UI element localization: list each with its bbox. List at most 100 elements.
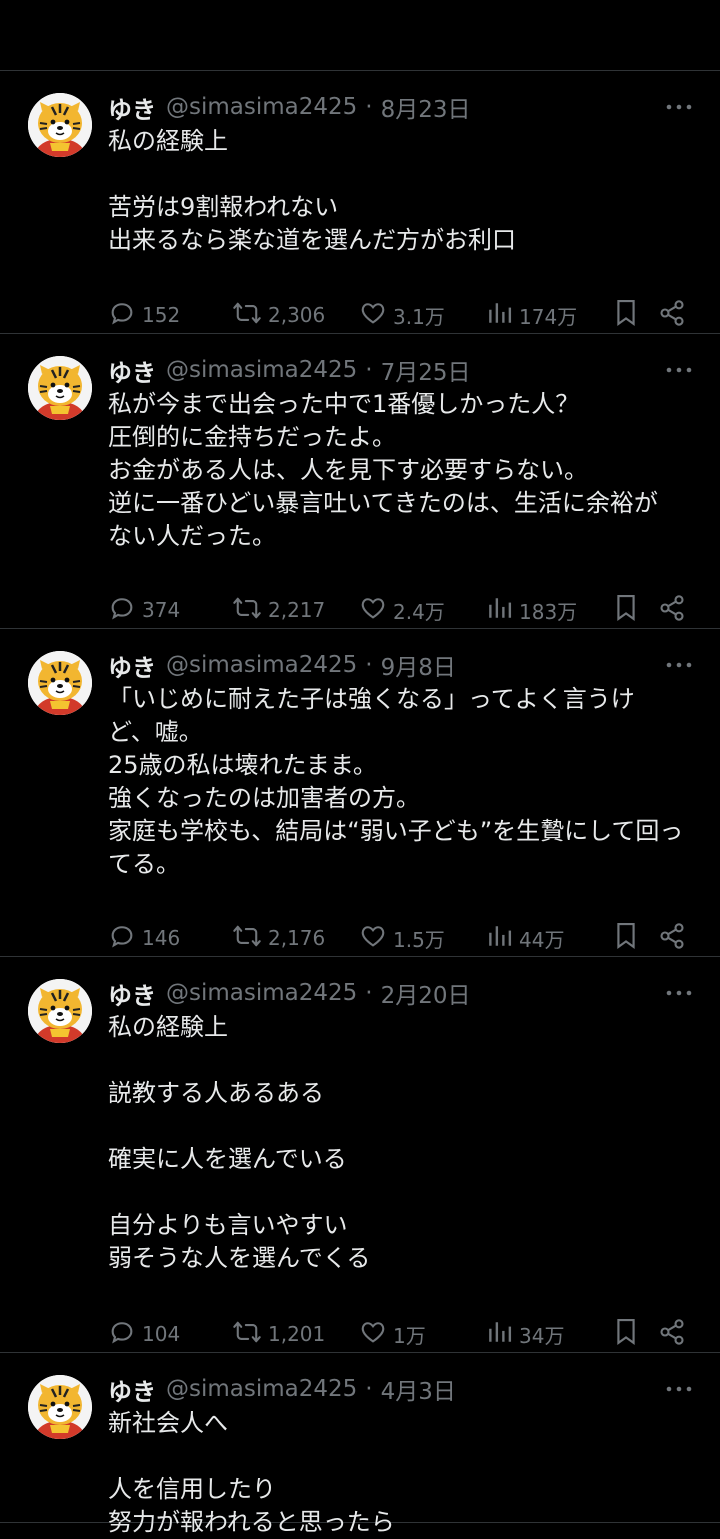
heart-icon <box>359 1318 393 1351</box>
like-count: 2.4万 <box>393 599 445 624</box>
bookmark-button[interactable] <box>613 297 645 333</box>
like-button[interactable]: 2.4万 <box>359 592 445 628</box>
retweet-icon <box>232 299 268 332</box>
avatar[interactable] <box>28 979 92 1043</box>
tweet[interactable]: ゆき @simasima2425 · 9月8日 「いじめに耐えた子は強くなる」っ… <box>0 629 720 957</box>
separator-dot: · <box>365 94 373 120</box>
more-options-icon[interactable] <box>652 649 692 681</box>
views-bar-chart-icon <box>487 1318 519 1351</box>
display-name[interactable]: ゆき <box>108 648 156 683</box>
views-button[interactable]: 183万 <box>487 592 577 628</box>
tweet-text: 私が今まで出会った中で1番優しかった人？ 圧倒的に金持ちだったよ。 お金がある人… <box>108 390 658 550</box>
share-icon <box>658 922 692 955</box>
avatar[interactable] <box>28 93 92 157</box>
reply-icon <box>108 594 142 627</box>
bookmark-icon <box>613 593 645 628</box>
tweet-date[interactable]: 8月23日 <box>381 90 471 124</box>
views-bar-chart-icon <box>487 299 519 332</box>
tweet-date[interactable]: 7月25日 <box>381 353 471 387</box>
share-icon <box>658 1318 692 1351</box>
reply-icon <box>108 922 142 955</box>
reply-count: 146 <box>142 926 181 950</box>
tweet[interactable]: ゆき @simasima2425 · 4月3日 新社会人へ 人を信用したり 努力… <box>0 1353 720 1536</box>
like-count: 1万 <box>393 1323 426 1348</box>
tweet[interactable]: ゆき @simasima2425 · 2月20日 私の経験上 説教する人あるある… <box>0 957 720 1353</box>
retweet-button[interactable]: 2,306 <box>232 297 325 333</box>
view-count: 183万 <box>519 599 578 624</box>
reply-button[interactable]: 374 <box>108 592 180 628</box>
retweet-button[interactable]: 1,201 <box>232 1316 325 1352</box>
like-button[interactable]: 1万 <box>359 1316 426 1352</box>
tweet-header: ゆき @simasima2425 · 4月3日 <box>108 1372 692 1407</box>
bookmark-button[interactable] <box>613 1316 645 1352</box>
bookmark-icon <box>613 1317 645 1352</box>
share-icon <box>658 594 692 627</box>
retweet-count: 1,201 <box>268 1322 326 1346</box>
display-name[interactable]: ゆき <box>108 353 156 388</box>
heart-icon <box>359 594 393 627</box>
tweet[interactable]: ゆき @simasima2425 · 7月25日 私が今まで出会った中で1番優し… <box>0 334 720 629</box>
views-button[interactable]: 174万 <box>487 297 577 333</box>
reply-icon <box>108 1318 142 1351</box>
display-name[interactable]: ゆき <box>108 90 156 125</box>
bookmark-button[interactable] <box>613 592 645 628</box>
reply-button[interactable]: 152 <box>108 297 180 333</box>
reply-button[interactable]: 146 <box>108 920 180 956</box>
more-options-icon[interactable] <box>652 977 692 1009</box>
share-icon <box>658 299 692 332</box>
separator-dot: · <box>365 357 373 383</box>
views-button[interactable]: 34万 <box>487 1316 564 1352</box>
reply-count: 152 <box>142 303 181 327</box>
user-handle[interactable]: @simasima2425 <box>166 357 357 383</box>
tweet-actions: 146 2,176 1.5万 44万 <box>108 920 692 956</box>
share-button[interactable] <box>658 592 692 628</box>
avatar[interactable] <box>28 651 92 715</box>
reply-button[interactable]: 104 <box>108 1316 180 1352</box>
more-options-icon[interactable] <box>652 354 692 386</box>
share-button[interactable] <box>658 920 692 956</box>
reply-icon <box>108 299 142 332</box>
retweet-icon <box>232 1318 268 1351</box>
bookmark-button[interactable] <box>613 920 645 956</box>
views-bar-chart-icon <box>487 594 519 627</box>
display-name[interactable]: ゆき <box>108 976 156 1011</box>
user-handle[interactable]: @simasima2425 <box>166 652 357 678</box>
tweet-text: 「いじめに耐えた子は強くなる」ってよく言うけ ど、嘘。 25歳の私は壊れたまま。… <box>108 685 684 878</box>
view-count: 44万 <box>519 927 565 952</box>
more-options-icon[interactable] <box>652 91 692 123</box>
retweet-button[interactable]: 2,176 <box>232 920 325 956</box>
tweet-text: 新社会人へ 人を信用したり 努力が報われると思ったら <box>108 1409 395 1536</box>
share-button[interactable] <box>658 1316 692 1352</box>
retweet-count: 2,306 <box>268 303 326 327</box>
heart-icon <box>359 922 393 955</box>
heart-icon <box>359 299 393 332</box>
user-handle[interactable]: @simasima2425 <box>166 1376 357 1402</box>
tweet-header: ゆき @simasima2425 · 2月20日 <box>108 976 692 1011</box>
retweet-icon <box>232 594 268 627</box>
retweet-button[interactable]: 2,217 <box>232 592 325 628</box>
tweet-date[interactable]: 4月3日 <box>381 1372 456 1406</box>
view-count: 174万 <box>519 304 578 329</box>
avatar[interactable] <box>28 1375 92 1439</box>
more-options-icon[interactable] <box>652 1373 692 1405</box>
tweet-date[interactable]: 2月20日 <box>381 976 471 1010</box>
views-button[interactable]: 44万 <box>487 920 564 956</box>
like-button[interactable]: 3.1万 <box>359 297 445 333</box>
display-name[interactable]: ゆき <box>108 1372 156 1407</box>
user-handle[interactable]: @simasima2425 <box>166 94 357 120</box>
separator-dot: · <box>365 980 373 1006</box>
tweet-header: ゆき @simasima2425 · 7月25日 <box>108 353 692 388</box>
tweet-header: ゆき @simasima2425 · 9月8日 <box>108 648 692 683</box>
tweet-date[interactable]: 9月8日 <box>381 648 456 682</box>
tweet-text: 私の経験上 説教する人あるある 確実に人を選んでいる 自分よりも言いやすい 弱そ… <box>108 1013 371 1272</box>
avatar[interactable] <box>28 356 92 420</box>
like-button[interactable]: 1.5万 <box>359 920 445 956</box>
tweet[interactable]: ゆき @simasima2425 · 8月23日 私の経験上 苦労は9割報われな… <box>0 71 720 334</box>
tweet-actions: 152 2,306 3.1万 174万 <box>108 297 692 333</box>
share-button[interactable] <box>658 297 692 333</box>
user-handle[interactable]: @simasima2425 <box>166 980 357 1006</box>
timeline-feed: ゆき @simasima2425 · 8月23日 私の経験上 苦労は9割報われな… <box>0 71 720 1536</box>
tweet-header: ゆき @simasima2425 · 8月23日 <box>108 90 692 125</box>
bookmark-icon <box>613 921 645 956</box>
separator-dot: · <box>365 1376 373 1402</box>
